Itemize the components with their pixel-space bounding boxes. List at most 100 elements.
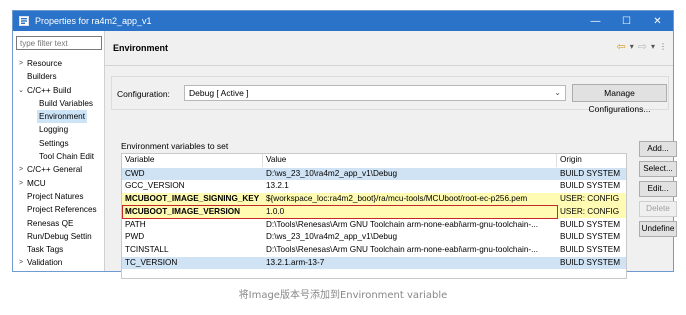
navigation-pane: >ResourceBuilders⌄C/C++ BuildBuild Varia… <box>13 31 105 271</box>
expand-arrow-icon[interactable]: > <box>16 57 26 70</box>
variable-cell: TCINSTALL <box>125 244 169 254</box>
tree-item[interactable]: > Validation <box>13 256 105 269</box>
table-buttons: Add... Select... Edit... Delete Undefine <box>639 141 677 241</box>
origin-cell: BUILD SYSTEM <box>560 257 621 267</box>
tree-item-label: C/C++ General <box>27 165 83 175</box>
tree-item-label: Task Tags <box>27 245 64 255</box>
add-button[interactable]: Add... <box>639 141 677 157</box>
view-menu-icon[interactable]: ⋮ <box>659 42 667 51</box>
delete-button[interactable]: Delete <box>639 201 677 217</box>
origin-cell: BUILD SYSTEM <box>560 244 621 254</box>
back-arrow-icon[interactable]: ⇦ <box>617 40 626 53</box>
tree-item-label: Renesas QE <box>27 218 74 228</box>
tree-item-label: Builders <box>27 72 57 82</box>
column-header[interactable]: Variable <box>125 154 261 167</box>
tree-item[interactable]: Renesas QE <box>13 217 105 230</box>
tree-item[interactable]: Settings <box>13 137 105 150</box>
tree-item[interactable]: Environment <box>13 110 105 124</box>
maximize-icon[interactable]: ☐ <box>611 11 642 31</box>
page-title: Environment <box>113 43 169 53</box>
window-title: Properties for ra4m2_app_v1 <box>35 16 152 26</box>
tree-item[interactable]: > C/C++ General <box>13 163 105 176</box>
tree-item-label: Project Natures <box>27 191 84 201</box>
expand-arrow-icon[interactable]: > <box>16 256 26 269</box>
value-cell: 13.2.1 <box>266 181 289 191</box>
content-pane: Environment ⇦ ▾ ⇨ ▾ ⋮ Configuration: Deb… <box>105 31 677 279</box>
variable-cell: TC_VERSION <box>125 257 178 267</box>
tree-item[interactable]: Task Tags <box>13 243 105 256</box>
filter-input[interactable] <box>16 36 102 50</box>
tree-item[interactable]: Run/Debug Settin <box>13 230 105 243</box>
undefine-button[interactable]: Undefine <box>639 221 677 237</box>
edit-button[interactable]: Edit... <box>639 181 677 197</box>
tree-item[interactable]: Tool Chain Edit <box>13 150 105 163</box>
value-cell: D:\Tools\Renesas\Arm GNU Toolchain arm-n… <box>266 219 538 229</box>
env-variables-table: Variable Value Origin CWD D:\ws_23_10\ra4m2_… <box>121 153 627 279</box>
table-header: Variable Value Origin <box>122 154 626 167</box>
column-header[interactable]: Origin <box>560 154 626 167</box>
table-row[interactable]: MCUBOOT_IMAGE_SIGNING_KEY ${workspace_loc… <box>122 193 626 206</box>
tree-item-label: Environment <box>37 110 87 124</box>
close-icon[interactable]: ✕ <box>642 11 673 31</box>
figure-caption: 将Image版本号添加到Environment variable <box>238 290 448 301</box>
minimize-icon[interactable]: — <box>580 11 611 31</box>
chevron-down-icon: ⌄ <box>554 88 561 97</box>
properties-window: Properties for ra4m2_app_v1 — ☐ ✕ >Resou… <box>12 10 677 279</box>
table-row[interactable]: PWD D:\ws_23_10\ra4m2_app_v1\Debug BUILD S… <box>122 231 626 244</box>
eclipse-app-icon <box>19 16 29 26</box>
header-divider <box>105 65 673 66</box>
table-row[interactable]: CWD D:\ws_23_10\ra4m2_app_v1\Debug BUILD S… <box>122 167 626 181</box>
configuration-select[interactable]: Debug [ Active ] ⌄ <box>184 85 566 101</box>
forward-dropdown-icon[interactable]: ▾ <box>651 42 655 51</box>
table-row[interactable]: PATH D:\Tools\Renesas\Arm GNU Toolchain a… <box>122 219 626 232</box>
variable-cell: MCUBOOT_IMAGE_VERSION <box>125 206 241 216</box>
tree-item[interactable]: Logging <box>13 123 105 136</box>
expand-arrow-icon[interactable]: > <box>16 177 26 190</box>
variable-cell: MCUBOOT_IMAGE_SIGNING_KEY <box>125 194 260 204</box>
value-cell: ${workspace_loc:ra4m2_boot}/ra/mcu-tools… <box>266 194 528 204</box>
table-row[interactable]: GCC_VERSION 13.2.1 BUILD SYSTEM <box>122 180 626 193</box>
tree-item-label: Logging <box>39 125 69 135</box>
select-button[interactable]: Select... <box>639 161 677 177</box>
configuration-label: Configuration: <box>117 89 170 99</box>
value-cell: D:\Tools\Renesas\Arm GNU Toolchain arm-n… <box>266 244 538 254</box>
tree-item-label: Build Variables <box>39 98 94 108</box>
tree-item[interactable]: Builders <box>13 70 105 83</box>
manage-configurations-button[interactable]: Manage Configurations... <box>572 84 667 114</box>
tree-item-label: C/C++ Build <box>27 85 72 95</box>
tree-item-label: Settings <box>39 138 69 148</box>
table-row[interactable]: TC_VERSION 13.2.1.arm-13-7 BUILD SYSTEM <box>122 256 626 270</box>
forward-arrow-icon[interactable]: ⇨ <box>638 40 647 53</box>
tree-item[interactable]: ⌄ C/C++ Build <box>13 84 105 97</box>
tree-item-label: Validation <box>27 258 63 268</box>
nav-toolbar: ⇦ ▾ ⇨ ▾ ⋮ <box>617 40 667 53</box>
origin-cell: BUILD SYSTEM <box>560 219 621 229</box>
variable-cell: CWD <box>125 168 145 178</box>
tree-item[interactable]: Project References <box>13 203 105 216</box>
expand-arrow-icon[interactable]: > <box>16 163 26 176</box>
tree-item-label: MCU <box>27 178 46 188</box>
column-separator[interactable] <box>262 154 263 167</box>
column-header[interactable]: Value <box>266 154 558 167</box>
table-row[interactable]: TCINSTALL D:\Tools\Renesas\Arm GNU Toolch… <box>122 244 626 257</box>
tree-item-label: Run/Debug Settin <box>27 231 92 241</box>
tree-item-label: Project References <box>27 205 97 215</box>
tree-item[interactable]: Project Natures <box>13 190 105 203</box>
variable-cell: PWD <box>125 232 145 242</box>
tree-item[interactable]: > MCU <box>13 177 105 190</box>
back-dropdown-icon[interactable]: ▾ <box>630 42 634 51</box>
value-cell: 13.2.1.arm-13-7 <box>266 257 325 267</box>
tree-item[interactable]: > Resource <box>13 57 105 70</box>
column-separator[interactable] <box>556 154 557 167</box>
table-row[interactable]: MCUBOOT_IMAGE_VERSION 1.0.0 USER: CONFIG <box>122 205 626 219</box>
title-bar: Properties for ra4m2_app_v1 — ☐ ✕ <box>13 11 673 31</box>
tree-item-label: Resource <box>27 59 63 68</box>
collapse-arrow-icon[interactable]: ⌄ <box>16 84 26 97</box>
env-variables-label: Environment variables to set <box>121 141 229 151</box>
property-tree: > Resource Builders ⌄ C/C++ Build Build Varia… <box>13 57 105 270</box>
tree-item[interactable]: Build Variables <box>13 97 105 110</box>
origin-cell: BUILD SYSTEM <box>560 168 621 178</box>
variable-cell: PATH <box>125 219 146 229</box>
origin-cell: USER: CONFIG <box>560 194 620 204</box>
origin-cell: USER: CONFIG <box>560 206 620 216</box>
